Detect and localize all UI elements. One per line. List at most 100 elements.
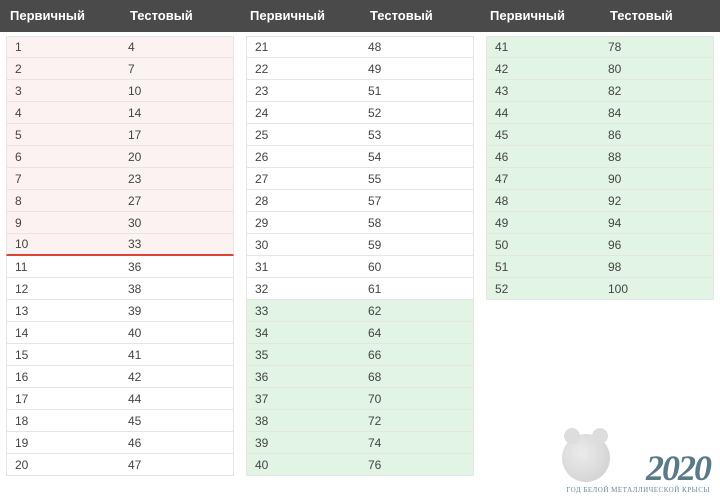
table-row: 4076 [246, 454, 474, 476]
table-row: 1946 [6, 432, 234, 454]
cell-test: 49 [360, 59, 473, 79]
cell-test: 39 [120, 301, 233, 321]
table-row: 1033 [6, 234, 234, 256]
cell-primary: 21 [247, 37, 360, 57]
table-row: 2654 [246, 146, 474, 168]
cell-test: 38 [120, 279, 233, 299]
cell-test: 48 [360, 37, 473, 57]
table-row: 4790 [486, 168, 714, 190]
watermark-year: 2020 [566, 450, 710, 486]
table-row: 2958 [246, 212, 474, 234]
cell-primary: 16 [7, 367, 120, 387]
cell-primary: 49 [487, 213, 600, 233]
cell-test: 47 [120, 455, 233, 475]
cell-test: 86 [600, 125, 713, 145]
header-test: Тестовый [360, 0, 480, 32]
table-row: 1845 [6, 410, 234, 432]
cell-primary: 34 [247, 323, 360, 343]
cell-primary: 24 [247, 103, 360, 123]
cell-primary: 12 [7, 279, 120, 299]
cell-primary: 5 [7, 125, 120, 145]
cell-primary: 17 [7, 389, 120, 409]
cell-test: 64 [360, 323, 473, 343]
cell-primary: 18 [7, 411, 120, 431]
table-row: 2249 [246, 58, 474, 80]
cell-primary: 45 [487, 125, 600, 145]
column-3: 4178428043824484458646884790489249945096… [480, 36, 720, 476]
cell-primary: 48 [487, 191, 600, 211]
table-row: 414 [6, 102, 234, 124]
header-primary: Первичный [480, 0, 600, 32]
table-row: 4178 [486, 36, 714, 58]
cell-test: 44 [120, 389, 233, 409]
cell-primary: 13 [7, 301, 120, 321]
table-row: 1136 [6, 256, 234, 278]
cell-test: 100 [600, 279, 713, 299]
table-row: 3770 [246, 388, 474, 410]
table-row: 27 [6, 58, 234, 80]
cell-primary: 35 [247, 345, 360, 365]
cell-primary: 29 [247, 213, 360, 233]
cell-primary: 3 [7, 81, 120, 101]
table-row: 52100 [486, 278, 714, 300]
table-row: 4586 [486, 124, 714, 146]
table-row: 930 [6, 212, 234, 234]
table-row: 5198 [486, 256, 714, 278]
cell-primary: 36 [247, 367, 360, 387]
table-row: 1339 [6, 300, 234, 322]
cell-primary: 47 [487, 169, 600, 189]
table-row: 827 [6, 190, 234, 212]
cell-primary: 52 [487, 279, 600, 299]
cell-primary: 7 [7, 169, 120, 189]
cell-primary: 43 [487, 81, 600, 101]
cell-primary: 1 [7, 37, 120, 57]
table-row: 310 [6, 80, 234, 102]
cell-test: 40 [120, 323, 233, 343]
cell-test: 4 [120, 37, 233, 57]
table-row: 5096 [486, 234, 714, 256]
cell-test: 53 [360, 125, 473, 145]
table-row: 723 [6, 168, 234, 190]
cell-test: 42 [120, 367, 233, 387]
cell-test: 96 [600, 235, 713, 255]
table-row: 1238 [6, 278, 234, 300]
cell-test: 94 [600, 213, 713, 233]
cell-primary: 22 [247, 59, 360, 79]
cell-test: 80 [600, 59, 713, 79]
table-row: 1642 [6, 366, 234, 388]
cell-test: 36 [120, 257, 233, 277]
cell-primary: 4 [7, 103, 120, 123]
column-1: 1427310414517620723827930103311361238133… [0, 36, 240, 476]
table-body: 1427310414517620723827930103311361238133… [0, 32, 720, 480]
cell-test: 82 [600, 81, 713, 101]
cell-test: 10 [120, 81, 233, 101]
cell-primary: 8 [7, 191, 120, 211]
cell-test: 20 [120, 147, 233, 167]
cell-primary: 46 [487, 147, 600, 167]
table-row: 2047 [6, 454, 234, 476]
table-row: 620 [6, 146, 234, 168]
cell-test: 41 [120, 345, 233, 365]
cell-primary: 26 [247, 147, 360, 167]
table-row: 2452 [246, 102, 474, 124]
cell-test: 23 [120, 169, 233, 189]
cell-primary: 33 [247, 301, 360, 321]
table-row: 3362 [246, 300, 474, 322]
table-row: 2148 [246, 36, 474, 58]
cell-primary: 9 [7, 213, 120, 233]
cell-test: 17 [120, 125, 233, 145]
table-row: 4280 [486, 58, 714, 80]
cell-primary: 2 [7, 59, 120, 79]
cell-test: 30 [120, 213, 233, 233]
cell-primary: 37 [247, 389, 360, 409]
cell-test: 70 [360, 389, 473, 409]
cell-primary: 14 [7, 323, 120, 343]
table-row: 2351 [246, 80, 474, 102]
table-row: 3261 [246, 278, 474, 300]
cell-primary: 32 [247, 279, 360, 299]
cell-primary: 19 [7, 433, 120, 453]
header-test: Тестовый [600, 0, 720, 32]
table-row: 4382 [486, 80, 714, 102]
cell-test: 66 [360, 345, 473, 365]
cell-primary: 10 [7, 234, 120, 254]
